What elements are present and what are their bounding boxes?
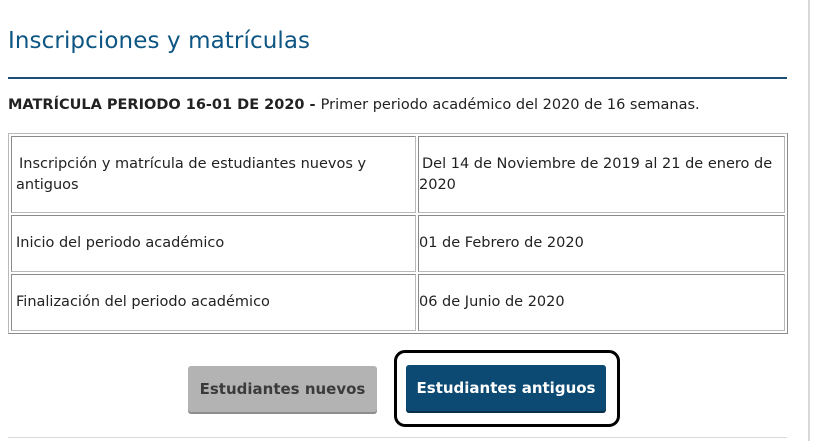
title-divider xyxy=(8,77,787,79)
schedule-table: Inscripción y matrícula de estudiantes n… xyxy=(8,133,788,334)
bottom-divider xyxy=(8,437,787,438)
period-label: MATRÍCULA PERIODO 16-01 DE 2020 xyxy=(8,97,305,113)
schedule-value: Del 14 de Noviembre de 2019 al 21 de ene… xyxy=(419,155,773,193)
schedule-value: 01 de Febrero de 2020 xyxy=(419,235,584,251)
table-row: Finalización del periodo académico 06 de… xyxy=(11,274,785,331)
new-students-button[interactable]: Estudiantes nuevos xyxy=(188,366,377,412)
period-intro: MATRÍCULA PERIODO 16-01 DE 2020 - Primer… xyxy=(8,97,700,113)
schedule-value-cell: Del 14 de Noviembre de 2019 al 21 de ene… xyxy=(418,136,785,213)
table-row: Inscripción y matrícula de estudiantes n… xyxy=(11,136,785,213)
table-row: Inicio del periodo académico 01 de Febre… xyxy=(11,215,785,272)
schedule-label: Inscripción y matrícula de estudiantes n… xyxy=(16,155,367,193)
schedule-value-cell: 06 de Junio de 2020 xyxy=(418,274,785,331)
page-title: Inscripciones y matrículas xyxy=(8,28,311,54)
period-description: Primer periodo académico del 2020 de 16 … xyxy=(320,97,700,113)
schedule-label-cell: Finalización del periodo académico xyxy=(11,274,416,331)
schedule-label: Inicio del periodo académico xyxy=(16,235,225,251)
returning-students-button[interactable]: Estudiantes antiguos xyxy=(406,365,606,411)
page-edge-divider xyxy=(808,0,810,441)
schedule-value-cell: 01 de Febrero de 2020 xyxy=(418,215,785,272)
page: Inscripciones y matrículas MATRÍCULA PER… xyxy=(0,0,815,441)
schedule-value: 06 de Junio de 2020 xyxy=(419,294,565,310)
schedule-label-cell: Inscripción y matrícula de estudiantes n… xyxy=(11,136,416,213)
schedule-label: Finalización del periodo académico xyxy=(16,294,270,310)
period-separator: - xyxy=(304,97,321,113)
schedule-label-cell: Inicio del periodo académico xyxy=(11,215,416,272)
